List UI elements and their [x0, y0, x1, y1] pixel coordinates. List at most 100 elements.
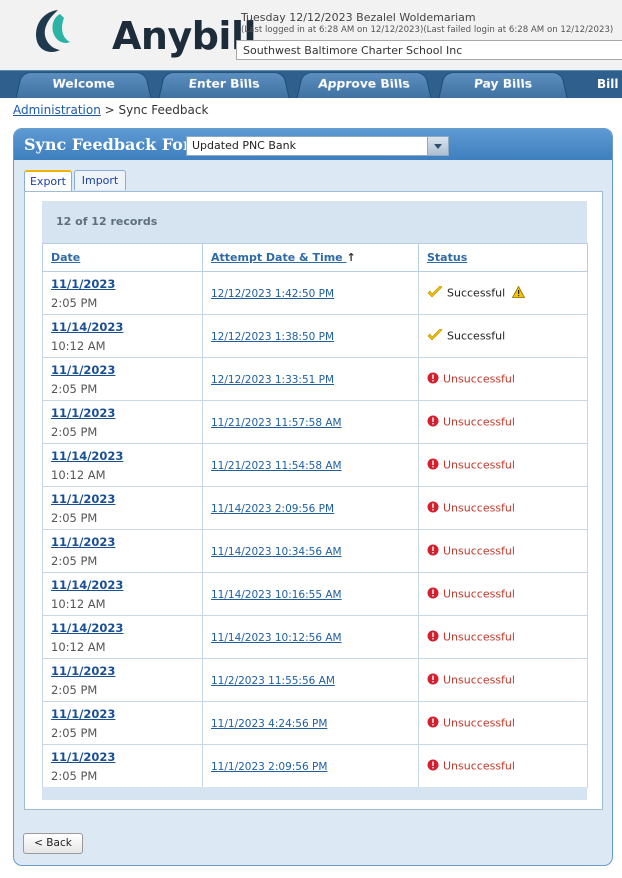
checkmark-icon: [427, 286, 443, 301]
status-cell: Successful: [419, 315, 588, 358]
date-link[interactable]: 11/1/2023: [51, 492, 194, 506]
attempt-link[interactable]: 11/14/2023 2:09:56 PM: [211, 503, 334, 515]
date-time: 2:05 PM: [51, 296, 194, 310]
date-link[interactable]: 11/14/2023: [51, 449, 194, 463]
date-time: 2:05 PM: [51, 511, 194, 525]
attempt-cell: 11/14/2023 10:16:55 AM: [203, 573, 419, 616]
attempt-link[interactable]: 11/14/2023 10:12:56 AM: [211, 632, 342, 644]
attempt-link[interactable]: 12/12/2023 1:33:51 PM: [211, 374, 334, 386]
table-row[interactable]: 11/1/2023 2:05 PM 11/2/2023 11:55:56 AM Uns…: [43, 659, 588, 702]
status-text: Unsuccessful: [443, 458, 515, 471]
records-count: 12 of 12 records: [42, 201, 587, 243]
status-text: Unsuccessful: [443, 587, 515, 600]
bank-select[interactable]: Updated PNC Bank: [186, 136, 449, 156]
attempt-link[interactable]: 11/14/2023 10:34:56 AM: [211, 546, 342, 558]
attempt-cell: 12/12/2023 1:33:51 PM: [203, 358, 419, 401]
error-circle-icon: [427, 501, 439, 516]
table-row[interactable]: 11/1/2023 2:05 PM 12/12/2023 1:42:50 PM Suc…: [43, 272, 588, 315]
error-circle-icon: [427, 587, 439, 602]
date-link[interactable]: 11/14/2023: [51, 578, 194, 592]
attempt-link[interactable]: 12/12/2023 1:42:50 PM: [211, 288, 334, 300]
tab-enter-bills[interactable]: Enter Bills: [158, 72, 290, 98]
date-time: 2:05 PM: [51, 382, 194, 396]
attempt-link[interactable]: 11/21/2023 11:54:58 AM: [211, 460, 342, 472]
date-link[interactable]: 11/1/2023: [51, 363, 194, 377]
status-text: Unsuccessful: [443, 630, 515, 643]
breadcrumb-current: Sync Feedback: [119, 103, 209, 117]
date-time: 2:05 PM: [51, 425, 194, 439]
status-text: Successful: [447, 329, 505, 342]
table-row[interactable]: 11/14/2023 10:12 AM 11/21/2023 11:54:58 AM…: [43, 444, 588, 487]
table-row[interactable]: 11/1/2023 2:05 PM 11/14/2023 10:34:56 AM Un…: [43, 530, 588, 573]
table-row[interactable]: 11/1/2023 2:05 PM 11/1/2023 2:09:56 PM Unsu…: [43, 745, 588, 788]
breadcrumb-administration[interactable]: Administration: [13, 103, 101, 117]
status-cell: Unsuccessful: [419, 659, 588, 702]
status-cell: Unsuccessful: [419, 616, 588, 659]
attempt-link[interactable]: 12/12/2023 1:38:50 PM: [211, 331, 334, 343]
status-text: Unsuccessful: [443, 501, 515, 514]
user-date-name: Tuesday 12/12/2023 Bezalel Woldemariam: [241, 11, 613, 24]
tab-export[interactable]: Export: [24, 170, 72, 191]
date-link[interactable]: 11/1/2023: [51, 664, 194, 678]
date-cell: 11/14/2023 10:12 AM: [43, 444, 203, 487]
checkmark-icon: [427, 329, 443, 344]
column-date[interactable]: Date: [43, 244, 203, 272]
tab-pay-bills[interactable]: Pay Bills: [438, 72, 568, 98]
table-row[interactable]: 11/14/2023 10:12 AM 11/14/2023 10:16:55 AM…: [43, 573, 588, 616]
tab-import[interactable]: Import: [74, 170, 126, 190]
attempt-link[interactable]: 11/2/2023 11:55:56 AM: [211, 675, 335, 687]
error-circle-icon: [427, 716, 439, 731]
page-title: Sync Feedback For: [24, 135, 191, 154]
status-cell: Unsuccessful: [419, 358, 588, 401]
error-circle-icon: [427, 415, 439, 430]
table-row[interactable]: 11/1/2023 2:05 PM 12/12/2023 1:33:51 PM Uns…: [43, 358, 588, 401]
date-time: 10:12 AM: [51, 597, 194, 611]
date-time: 10:12 AM: [51, 339, 194, 353]
anybill-logo[interactable]: Anybill: [28, 4, 218, 62]
chevron-down-icon[interactable]: [427, 137, 448, 155]
attempt-link[interactable]: 11/14/2023 10:16:55 AM: [211, 589, 342, 601]
date-link[interactable]: 11/1/2023: [51, 707, 194, 721]
date-link[interactable]: 11/1/2023: [51, 277, 194, 291]
status-cell: Successful: [419, 272, 588, 315]
warning-triangle-icon: [512, 286, 525, 301]
tab-welcome[interactable]: Welcome: [15, 72, 152, 98]
status-text: Unsuccessful: [443, 716, 515, 729]
date-cell: 11/14/2023 10:12 AM: [43, 315, 203, 358]
sort-arrow-icon: ↑: [346, 251, 355, 264]
breadcrumb-separator: >: [105, 103, 115, 117]
error-circle-icon: [427, 544, 439, 559]
attempt-link[interactable]: 11/1/2023 2:09:56 PM: [211, 761, 327, 773]
date-time: 10:12 AM: [51, 640, 194, 654]
last-login-info: (Last logged in at 6:28 AM on 12/12/2023…: [241, 25, 613, 35]
date-link[interactable]: 11/1/2023: [51, 750, 194, 764]
error-circle-icon: [427, 458, 439, 473]
logo-mark-icon: [28, 6, 78, 56]
status-text: Unsuccessful: [443, 759, 515, 772]
column-status[interactable]: Status: [419, 244, 588, 272]
status-cell: Unsuccessful: [419, 573, 588, 616]
date-link[interactable]: 11/14/2023: [51, 621, 194, 635]
table-row[interactable]: 11/1/2023 2:05 PM 11/21/2023 11:57:58 AM Un…: [43, 401, 588, 444]
school-select[interactable]: Southwest Baltimore Charter School Inc: [236, 40, 622, 60]
date-cell: 11/1/2023 2:05 PM: [43, 659, 203, 702]
back-button[interactable]: < Back: [23, 833, 83, 854]
status-text: Unsuccessful: [443, 673, 515, 686]
date-time: 2:05 PM: [51, 726, 194, 740]
table-row[interactable]: 11/1/2023 2:05 PM 11/14/2023 2:09:56 PM Uns…: [43, 487, 588, 530]
date-cell: 11/1/2023 2:05 PM: [43, 530, 203, 573]
table-row[interactable]: 11/14/2023 10:12 AM 11/14/2023 10:12:56 AM…: [43, 616, 588, 659]
table-row[interactable]: 11/14/2023 10:12 AM 12/12/2023 1:38:50 PM S…: [43, 315, 588, 358]
attempt-link[interactable]: 11/21/2023 11:57:58 AM: [211, 417, 342, 429]
column-attempt[interactable]: Attempt Date & Time ↑: [203, 244, 419, 272]
date-link[interactable]: 11/1/2023: [51, 406, 194, 420]
tab-approve-bills[interactable]: Approve Bills: [296, 72, 432, 98]
date-link[interactable]: 11/14/2023: [51, 320, 194, 334]
table-row[interactable]: 11/1/2023 2:05 PM 11/1/2023 4:24:56 PM Unsu…: [43, 702, 588, 745]
date-link[interactable]: 11/1/2023: [51, 535, 194, 549]
main-nav: Welcome Enter Bills Approve Bills Pay Bi…: [0, 70, 622, 98]
error-circle-icon: [427, 673, 439, 688]
tab-bill-s[interactable]: Bill S: [597, 71, 622, 98]
attempt-link[interactable]: 11/1/2023 4:24:56 PM: [211, 718, 327, 730]
date-time: 10:12 AM: [51, 468, 194, 482]
